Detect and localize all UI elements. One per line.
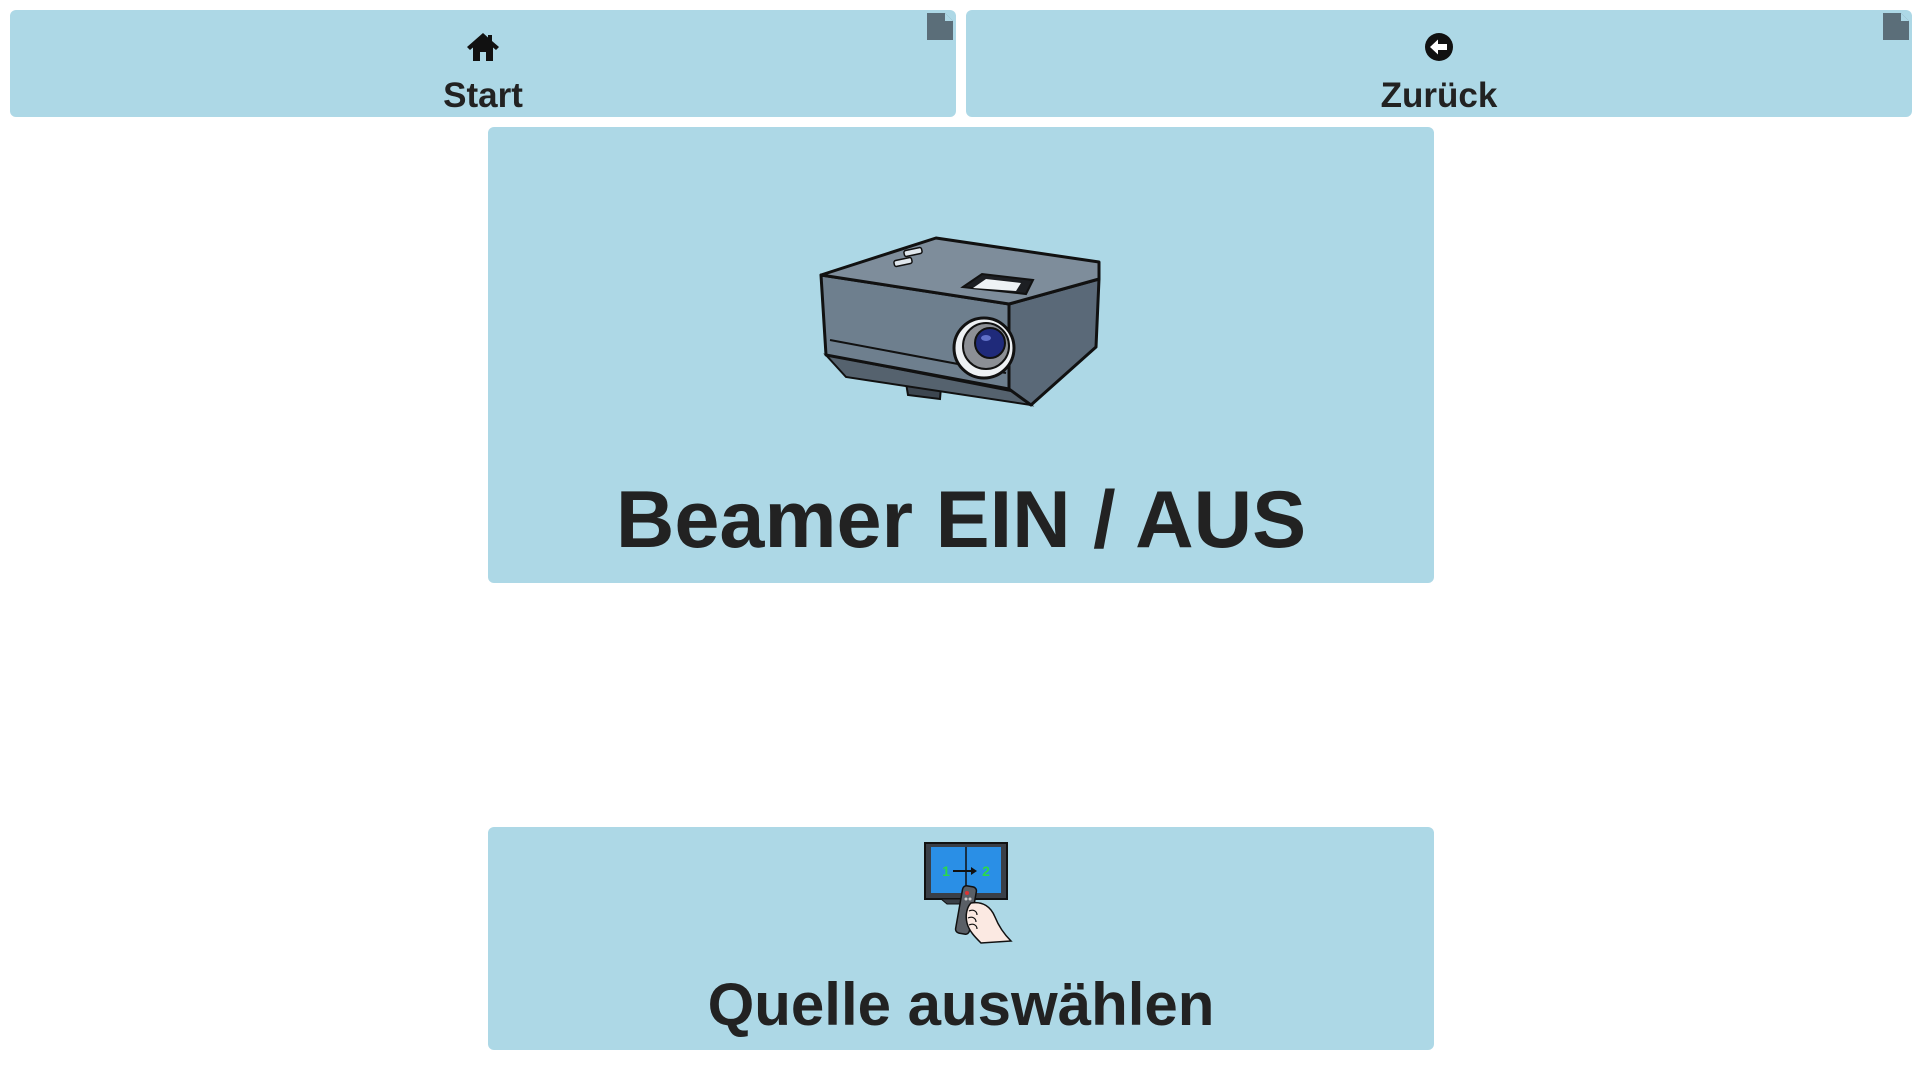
beamer-toggle-button[interactable]: Beamer EIN / AUS xyxy=(488,127,1434,583)
page-corner-icon xyxy=(1883,13,1909,40)
start-label: Start xyxy=(443,76,523,115)
svg-text:1: 1 xyxy=(942,863,950,879)
back-button[interactable]: Zurück xyxy=(966,10,1912,117)
back-label: Zurück xyxy=(1380,76,1498,115)
projector-icon xyxy=(819,236,1101,407)
beamer-label: Beamer EIN / AUS xyxy=(615,475,1307,565)
page-corner-icon xyxy=(927,13,953,40)
svg-text:2: 2 xyxy=(982,863,990,879)
arrow-circle-left-icon xyxy=(1425,33,1453,61)
screen-remote-icon: 1 2 xyxy=(924,842,1013,944)
start-button[interactable]: Start xyxy=(10,10,956,117)
home-icon xyxy=(467,33,499,61)
select-source-button[interactable]: 1 2 Quelle auswählen xyxy=(488,827,1434,1050)
select-source-label: Quelle auswählen xyxy=(707,971,1215,1038)
